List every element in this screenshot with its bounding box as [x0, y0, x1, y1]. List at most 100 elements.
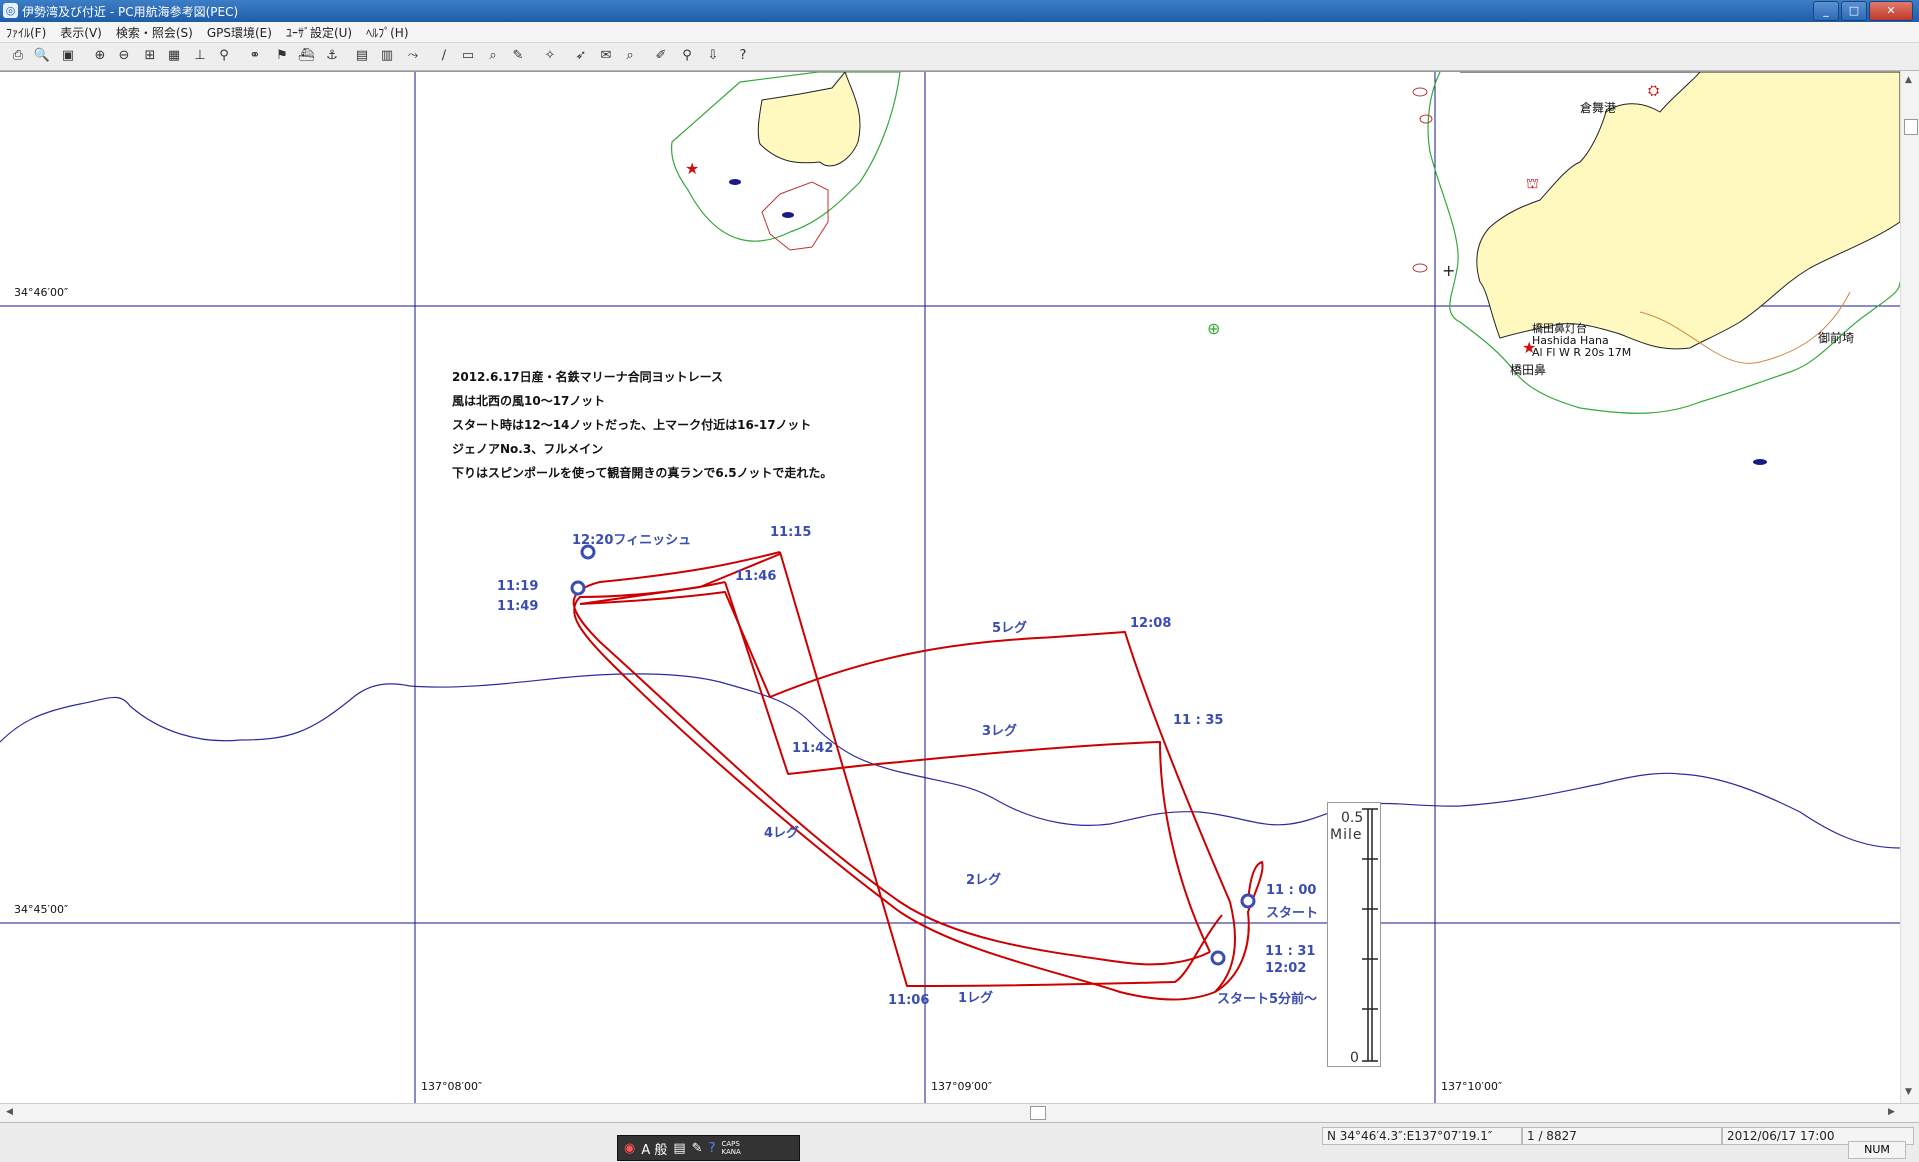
close-button[interactable]: ✕ [1869, 1, 1913, 21]
waypoint-icon[interactable]: ➶ [571, 46, 591, 66]
nautical-chart[interactable]: ★ ⛫ ⛭ ★ + ⊕ 倉舞港 橋田鼻灯台 Hashida Hana Al Fl… [0, 72, 1900, 1104]
vertical-scroll-thumb[interactable] [1904, 119, 1918, 135]
mark-marker-icon [570, 580, 586, 596]
menu-help[interactable]: ﾍﾙﾌﾟ(H) [360, 22, 416, 42]
maximize-button[interactable]: □ [1841, 1, 1867, 21]
rock-icon [729, 179, 741, 185]
menu-file[interactable]: ﾌｧｲﾙ(F) [0, 22, 54, 42]
scroll-down-icon[interactable]: ▼ [1905, 1087, 1912, 1097]
title-bar: ◎ 伊勢湾及び付近 - PC用航海参考図(PEC) _ □ ✕ [0, 0, 1919, 22]
status-position: N 34°46′4.3″:E137°07′19.1″ [1322, 1127, 1522, 1145]
menu-view[interactable]: 表示(V) [54, 22, 110, 42]
start-marker-icon [1240, 893, 1256, 909]
label-1131: 11 : 31 [1265, 944, 1315, 959]
menu-gps[interactable]: GPS環境(E) [201, 22, 280, 42]
scroll-right-icon[interactable]: ▶ [1888, 1107, 1895, 1117]
port-label: 倉舞港 [1580, 100, 1616, 115]
menu-search[interactable]: 検索・照会(S) [110, 22, 201, 42]
rock-icon [1753, 459, 1767, 465]
ime-toolbar[interactable]: ◉ A 般 ▤ ✎ ? CAPS KANA [617, 1135, 800, 1161]
menu-user-settings[interactable]: ﾕｰｻﾞ設定(U) [280, 22, 360, 42]
label-leg5: 5レグ [992, 620, 1027, 636]
measure-icon[interactable]: ⚲ [214, 46, 234, 66]
menu-bar: ﾌｧｲﾙ(F) 表示(V) 検索・照会(S) GPS環境(E) ﾕｰｻﾞ設定(U… [0, 22, 1919, 43]
horizontal-scrollbar[interactable]: ◀ ▶ [0, 1103, 1919, 1122]
scale-bar: 0.5 Mile 0 [1327, 802, 1381, 1067]
scroll-up-icon[interactable]: ▲ [1905, 75, 1912, 85]
label-leg4: 4レグ [764, 825, 799, 841]
lighthouse-light-label: Al Fl W R 20s 17M [1532, 346, 1631, 359]
print-icon[interactable]: ⎙ [8, 46, 28, 66]
anchor-icon[interactable]: ⚓ [322, 46, 342, 66]
pencil-icon[interactable]: ✎ [508, 46, 528, 66]
ruler-icon[interactable]: ⊥ [190, 46, 210, 66]
minimize-button[interactable]: _ [1813, 1, 1839, 21]
vertical-scrollbar[interactable]: ▲ ▼ [1900, 71, 1919, 1103]
edit-icon[interactable]: ✐ [651, 46, 671, 66]
download-icon[interactable]: ⇩ [703, 46, 723, 66]
label-leg1: 1レグ [958, 990, 993, 1006]
rock-outline-icon [1412, 263, 1428, 273]
search-icon[interactable]: ⌕ [620, 46, 640, 66]
scale-bottom-label: 0 [1350, 1050, 1359, 1066]
ime-tools-icon[interactable]: ✎ [692, 1141, 703, 1156]
label-1146: 11:46 [735, 569, 776, 584]
toolbar: ⎙ 🔍 ▣ ⊕ ⊖ ⊞ ▦ ⊥ ⚲ ⚭ ⚑ ⛴ ⚓ ▤ ▥ ⤳ ∕ ▭ ⌕ ✎ … [0, 43, 1919, 71]
chart-icon[interactable]: ▤ [352, 46, 372, 66]
zoom-area-icon[interactable]: ⌕ [483, 46, 503, 66]
track-leg-4 [573, 581, 1216, 1001]
zoom-in-icon[interactable]: ⊕ [90, 46, 110, 66]
zoom-out-icon[interactable]: ⊖ [114, 46, 134, 66]
race-note-3: スタート時は12～14ノットだった、上マーク付近は16-17ノット [452, 417, 811, 432]
start-marker-icon [1210, 950, 1226, 966]
label-1202: 12:02 [1265, 961, 1306, 976]
ime-help-icon[interactable]: ? [709, 1141, 716, 1156]
num-lock-indicator: NUM [1848, 1141, 1906, 1159]
label-finish: 12:20フィニッシュ [572, 533, 691, 548]
ime-icon[interactable]: ◉ [624, 1141, 635, 1156]
track-leg-3 [724, 581, 1211, 953]
label-leg3: 3レグ [982, 723, 1017, 739]
open-icon[interactable]: ▣ [58, 46, 78, 66]
horizontal-scroll-thumb[interactable] [1030, 1106, 1046, 1120]
label-1142: 11:42 [792, 741, 833, 756]
race-note-5: 下りはスピンポールを使って観音開きの真ランで6.5ノットで走れた。 [452, 465, 832, 480]
race-note-2: 風は北西の風10～17ノット [452, 393, 605, 408]
binoculars-icon[interactable]: ⚭ [245, 46, 265, 66]
lon-label-1: 137°08′00″ [421, 1080, 482, 1093]
lat-label-bottom: 34°45′00″ [14, 903, 68, 916]
flag-icon[interactable]: ⚑ [272, 46, 292, 66]
rock-outline-icon [1412, 87, 1428, 97]
ime-dictionary-icon[interactable]: ▤ [673, 1141, 685, 1156]
track-leg-2 [572, 551, 1211, 966]
ime-mode[interactable]: A 般 [641, 1139, 667, 1158]
lon-label-2: 137°09′00″ [931, 1080, 992, 1093]
depth-contour [0, 673, 1900, 849]
chart-view[interactable]: ★ ⛫ ⛭ ★ + ⊕ 倉舞港 橋田鼻灯台 Hashida Hana Al Fl… [0, 71, 1919, 1104]
label-1208: 12:08 [1130, 616, 1171, 631]
temple-label: 御前埼 [1818, 330, 1854, 345]
route-icon[interactable]: ⤳ [403, 46, 423, 66]
print-preview-icon[interactable]: 🔍 [32, 46, 52, 66]
message-icon[interactable]: ✉ [596, 46, 616, 66]
line-icon[interactable]: ∕ [434, 46, 454, 66]
restricted-area [761, 181, 829, 251]
label-1149: 11:49 [497, 599, 538, 614]
race-note-4: ジェノアNo.3、フルメイン [452, 442, 603, 456]
grid-icon[interactable]: ▦ [164, 46, 184, 66]
help-icon[interactable]: ? [733, 46, 753, 66]
find-icon[interactable]: ⚲ [677, 46, 697, 66]
fit-icon[interactable]: ⊞ [140, 46, 160, 66]
label-prestart: スタート5分前～ [1217, 991, 1317, 1007]
mark-icon[interactable]: ✧ [540, 46, 560, 66]
table-icon[interactable]: ▥ [377, 46, 397, 66]
rock-outline-icon [1419, 114, 1433, 124]
label-1119: 11:19 [497, 579, 538, 594]
app-icon: ◎ [3, 3, 18, 18]
scroll-left-icon[interactable]: ◀ [6, 1107, 13, 1117]
comment-icon[interactable]: ▭ [458, 46, 478, 66]
buoy-green-icon: ⊕ [1207, 319, 1220, 338]
label-1115: 11:15 [770, 525, 811, 540]
ship-icon[interactable]: ⛴ [296, 46, 316, 66]
label-leg2: 2レグ [966, 872, 1001, 888]
